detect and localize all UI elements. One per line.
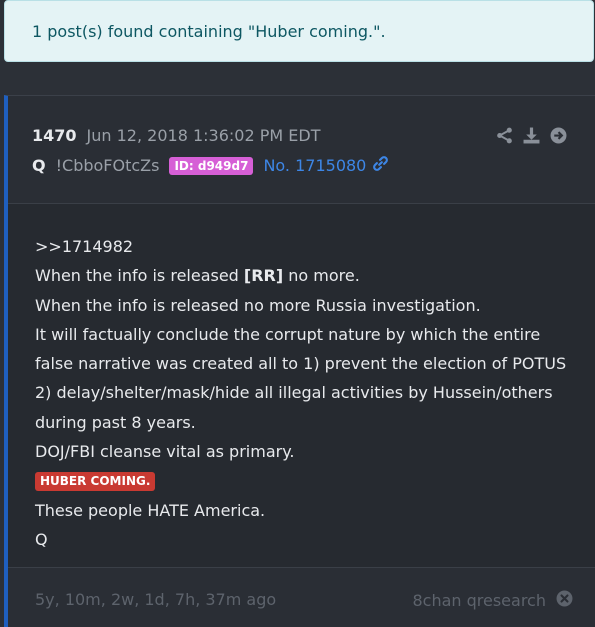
body-line: DOJ/FBI cleanse vital as primary. [35,442,295,462]
reply-reference[interactable]: >>1714982 [35,232,575,261]
body-line: false narrative was created all to 1) pr… [35,354,567,374]
post-card: 1470 Jun 12, 2018 1:36:02 PM EDT Q !Cbbo… [4,95,595,627]
body-line: These people HATE America. [35,500,266,520]
download-icon[interactable] [523,127,540,144]
search-result-alert: 1 post(s) found containing "Huber coming… [4,0,594,62]
post-source: 8chan qresearch [412,590,573,611]
post-author: Q [32,156,46,175]
post-tripcode: !CbboFOtcZs [55,156,160,175]
body-text: no more. [283,266,360,286]
body-line: It will factually conclude the corrupt n… [35,324,541,344]
link-icon[interactable] [372,155,389,176]
body-line: 2) delay/shelter/mask/hide all illegal a… [35,383,553,403]
post-number-link[interactable]: No. 1715080 [263,156,366,175]
body-text: When the info is released [35,266,244,286]
share-icon[interactable] [496,127,513,144]
close-circle-icon[interactable] [556,590,573,611]
goto-icon[interactable] [550,127,567,144]
post-header: 1470 Jun 12, 2018 1:36:02 PM EDT Q !Cbbo… [8,96,595,203]
post-footer: 5y, 10m, 2w, 1d, 7h, 37m ago 8chan qrese… [8,568,595,627]
body-bold-text: [RR] [243,266,284,286]
post-number: 1470 [32,126,77,145]
post-signature: Q [35,529,48,549]
header-divider [8,203,595,204]
body-line: When the info is released [RR] no more. [35,261,575,290]
post-age: 5y, 10m, 2w, 1d, 7h, 37m ago [35,590,277,609]
id-badge: ID: d949d7 [169,156,254,175]
post-timestamp: Jun 12, 2018 1:36:02 PM EDT [86,126,321,145]
search-highlight-badge: HUBER COMING. [35,472,156,492]
body-line: during past 8 years. [35,412,196,432]
post-body: >>1714982 When the info is released [RR]… [35,232,575,554]
highlight-line: HUBER COMING. [35,466,575,495]
search-result-message: 1 post(s) found containing "Huber coming… [32,21,386,41]
body-line: When the info is released no more Russia… [35,295,481,315]
post-actions [496,127,567,144]
source-label[interactable]: 8chan qresearch [412,591,546,610]
